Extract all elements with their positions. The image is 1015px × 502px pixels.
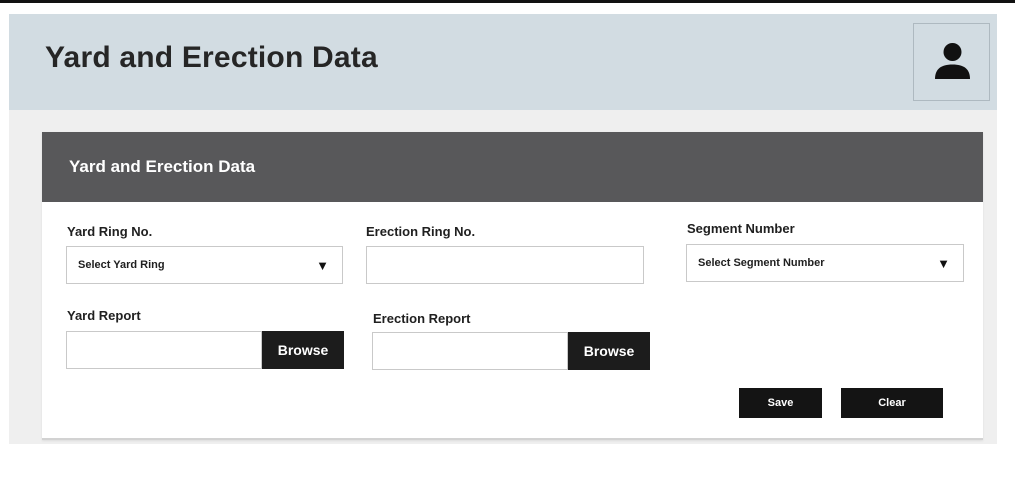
yard-report-browse-button[interactable]: Browse: [262, 331, 344, 369]
erection-report-label: Erection Report: [373, 311, 471, 326]
segment-number-select-value: Select Segment Number: [698, 257, 825, 269]
panel-title: Yard and Erection Data: [69, 157, 256, 176]
segment-number-label: Segment Number: [687, 221, 795, 236]
erection-report-browse-button[interactable]: Browse: [568, 332, 650, 370]
user-icon: [935, 43, 970, 79]
page-title: Yard and Erection Data: [45, 41, 378, 74]
user-profile-button[interactable]: [913, 23, 990, 101]
yard-report-label: Yard Report: [67, 308, 141, 323]
erection-ring-label: Erection Ring No.: [366, 224, 476, 239]
save-button[interactable]: Save: [739, 388, 822, 418]
yard-report-file-input[interactable]: [66, 331, 262, 369]
segment-number-select[interactable]: Select Segment Number ▼: [686, 244, 964, 282]
yard-ring-label: Yard Ring No.: [67, 224, 153, 239]
yard-ring-select[interactable]: Select Yard Ring ▼: [66, 246, 343, 284]
yard-ring-select-value: Select Yard Ring: [78, 259, 165, 271]
top-border: [0, 0, 1015, 3]
clear-button[interactable]: Clear: [841, 388, 943, 418]
erection-ring-input[interactable]: [366, 246, 644, 284]
erection-report-file-input[interactable]: [372, 332, 568, 370]
caret-down-icon: ▼: [937, 256, 950, 271]
caret-down-icon: ▼: [316, 258, 329, 273]
